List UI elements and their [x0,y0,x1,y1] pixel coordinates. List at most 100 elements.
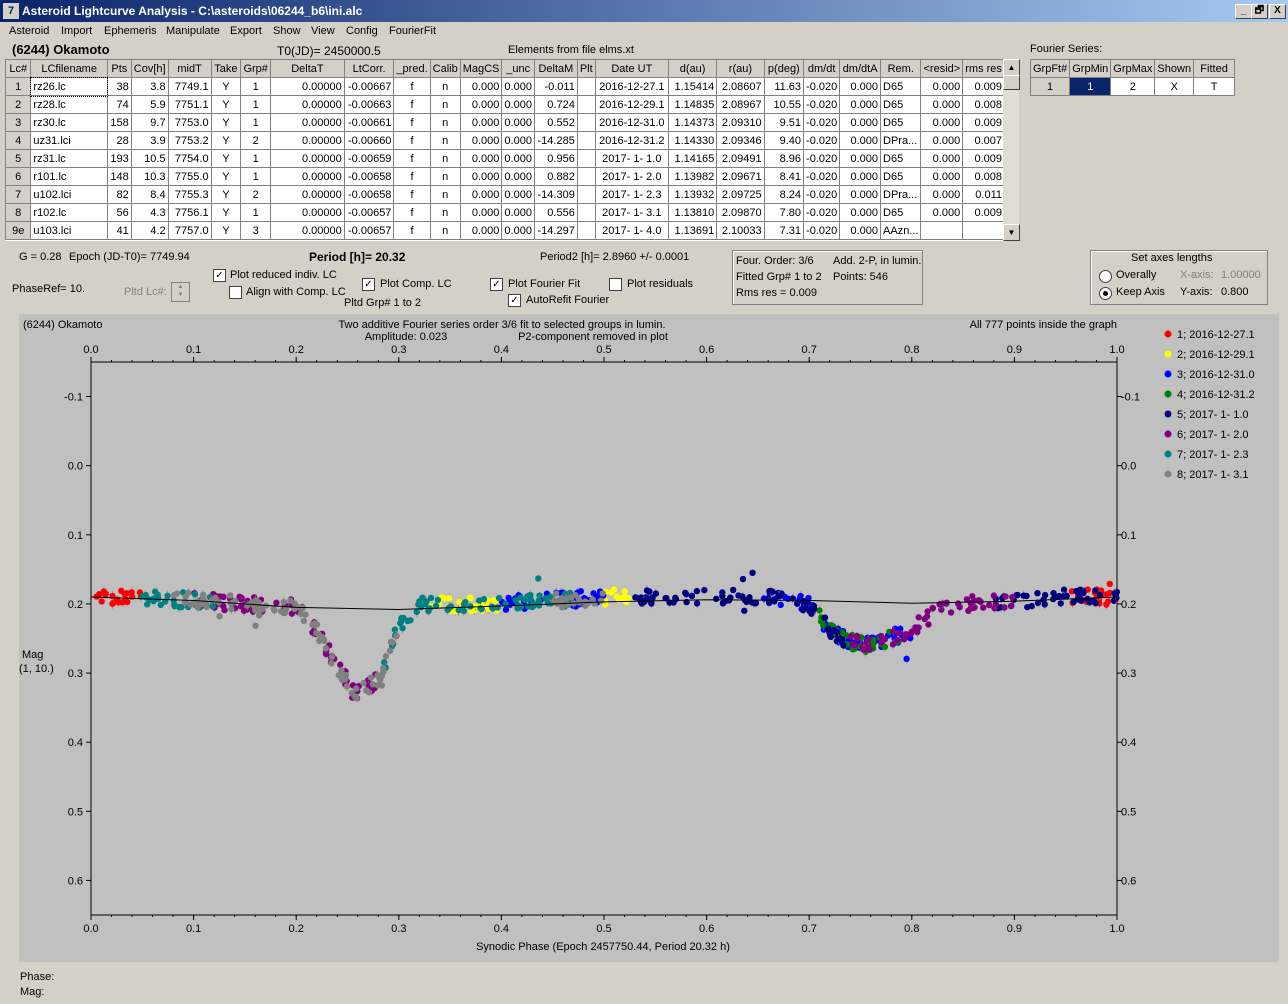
scroll-down-icon[interactable]: ▼ [1003,224,1020,241]
table-cell[interactable]: 158 [106,113,132,132]
table-cell[interactable]: 2017- 1- 4.0 [594,221,670,240]
table-cell[interactable]: Y [210,113,242,132]
table-cell[interactable]: f [393,131,431,150]
lc-column-header[interactable]: Calib [429,59,461,78]
table-cell[interactable]: 7754.0 [167,149,212,168]
overally-radio[interactable] [1099,270,1112,283]
table-cell[interactable]: 0.000 [920,131,964,150]
table-cell[interactable]: 7757.0 [167,221,212,240]
table-cell[interactable]: 0.556 [533,203,578,222]
table-cell[interactable]: 0.000 [501,167,535,186]
row-header[interactable]: 2 [5,95,32,114]
table-cell[interactable]: 2.09870 [716,203,765,222]
table-cell[interactable]: 3.9 [130,131,169,150]
table-cell[interactable]: n [429,185,461,204]
table-cell[interactable]: 0.00000 [270,167,345,186]
table-cell[interactable]: 8.96 [763,149,805,168]
table-cell[interactable]: 0.009 [962,77,1005,96]
table-cell[interactable]: n [429,77,461,96]
table-cell[interactable]: 2.09346 [716,131,765,150]
table-cell[interactable]: f [393,185,431,204]
table-cell[interactable]: 0.552 [533,113,578,132]
table-cell[interactable]: -0.00660 [343,131,395,150]
table-cell[interactable]: 0.00000 [270,131,345,150]
lc-column-header[interactable]: dm/dtA [839,59,882,78]
table-cell[interactable] [920,221,964,240]
fourier-column-header[interactable]: GrpFt# [1029,59,1071,78]
lc-column-header[interactable]: LCfilename [30,59,108,78]
table-cell[interactable]: -0.00657 [343,203,395,222]
table-cell[interactable]: 0.000 [839,185,882,204]
table-cell[interactable]: f [393,203,431,222]
table-row[interactable]: 4 uz31.lci 28 3.9 7753.2 Y 2 0.00000 -0.00660 f n 0… [5,131,1005,150]
table-cell[interactable]: 2017- 1- 2.3 [594,185,670,204]
fourier-column-header[interactable]: Fitted [1193,59,1236,78]
table-cell[interactable] [576,167,596,186]
lc-column-header[interactable]: Pts [106,59,132,78]
table-cell[interactable]: 0.956 [533,149,578,168]
table-cell[interactable]: 0.000 [501,221,535,240]
table-cell[interactable]: f [393,113,431,132]
row-header[interactable]: 7 [5,185,32,204]
table-cell[interactable]: 0.00000 [270,221,345,240]
lc-column-header[interactable]: r(au) [716,59,765,78]
table-cell[interactable]: 82 [106,185,132,204]
table-cell[interactable]: D65 [880,113,922,132]
menu-show[interactable]: Show [273,25,301,37]
table-cell[interactable]: 0.00000 [270,77,345,96]
table-cell[interactable]: 41 [106,221,132,240]
table-cell[interactable]: AAzn... [880,221,922,240]
lc-column-header[interactable]: Grp# [240,59,272,78]
table-cell[interactable]: 0.000 [459,203,503,222]
table-cell[interactable]: 0.009 [962,113,1005,132]
table-cell[interactable]: 0.000 [501,203,535,222]
table-cell[interactable]: 0.000 [920,167,964,186]
menu-config[interactable]: Config [346,25,378,37]
table-cell[interactable]: 10.3 [130,167,169,186]
table-cell[interactable]: D65 [880,203,922,222]
table-cell[interactable]: -14.285 [533,131,578,150]
table-cell[interactable]: 2.09725 [716,185,765,204]
table-cell[interactable]: uz31.lci [30,131,108,150]
pltd-lc-spinner[interactable]: ▲ ▼ [171,282,190,302]
table-cell[interactable]: 0.000 [459,149,503,168]
table-cell[interactable]: 0.00000 [270,95,345,114]
table-cell[interactable]: 2016-12-29.1 [594,95,670,114]
table-cell[interactable]: f [393,167,431,186]
lc-column-header[interactable]: dm/dt [803,59,841,78]
table-cell[interactable]: 148 [106,167,132,186]
menu-view[interactable]: View [311,25,335,37]
lc-column-header[interactable]: Rem. [880,59,922,78]
table-cell[interactable]: 10.5 [130,149,169,168]
table-cell[interactable] [576,77,596,96]
table-cell[interactable]: 0.724 [533,95,578,114]
table-cell[interactable]: 0.00000 [270,113,345,132]
menu-fourierfit[interactable]: FourierFit [389,25,436,37]
table-cell[interactable]: f [393,149,431,168]
table-cell[interactable]: f [393,221,431,240]
table-cell[interactable]: n [429,203,461,222]
menu-import[interactable]: Import [61,25,92,37]
table-cell[interactable]: 0.000 [839,149,882,168]
x-axis-value[interactable]: 1.00000 [1221,269,1261,281]
lc-column-header[interactable]: p(deg) [763,59,805,78]
table-cell[interactable]: 0.000 [501,113,535,132]
scroll-thumb[interactable] [1003,75,1020,90]
table-cell[interactable]: 38 [106,77,132,96]
table-cell[interactable] [576,221,596,240]
table-cell[interactable]: 9.51 [763,113,805,132]
table-cell[interactable]: 2017- 1- 3.1 [594,203,670,222]
table-cell[interactable]: 0.000 [459,113,503,132]
table-cell[interactable]: 0.000 [839,77,882,96]
table-cell[interactable] [576,113,596,132]
table-cell[interactable]: 0.009 [962,203,1005,222]
table-cell[interactable]: 0.008 [962,95,1005,114]
plot-fourier-checkbox[interactable]: ✓ [490,278,503,291]
table-cell[interactable]: Y [210,167,242,186]
row-header[interactable]: 1 [5,77,32,96]
table-cell[interactable]: 0.008 [962,167,1005,186]
table-cell[interactable]: 11.63 [763,77,805,96]
table-cell[interactable]: -0.020 [803,167,841,186]
table-cell[interactable]: 1 [240,77,272,96]
row-header[interactable]: 8 [5,203,32,222]
